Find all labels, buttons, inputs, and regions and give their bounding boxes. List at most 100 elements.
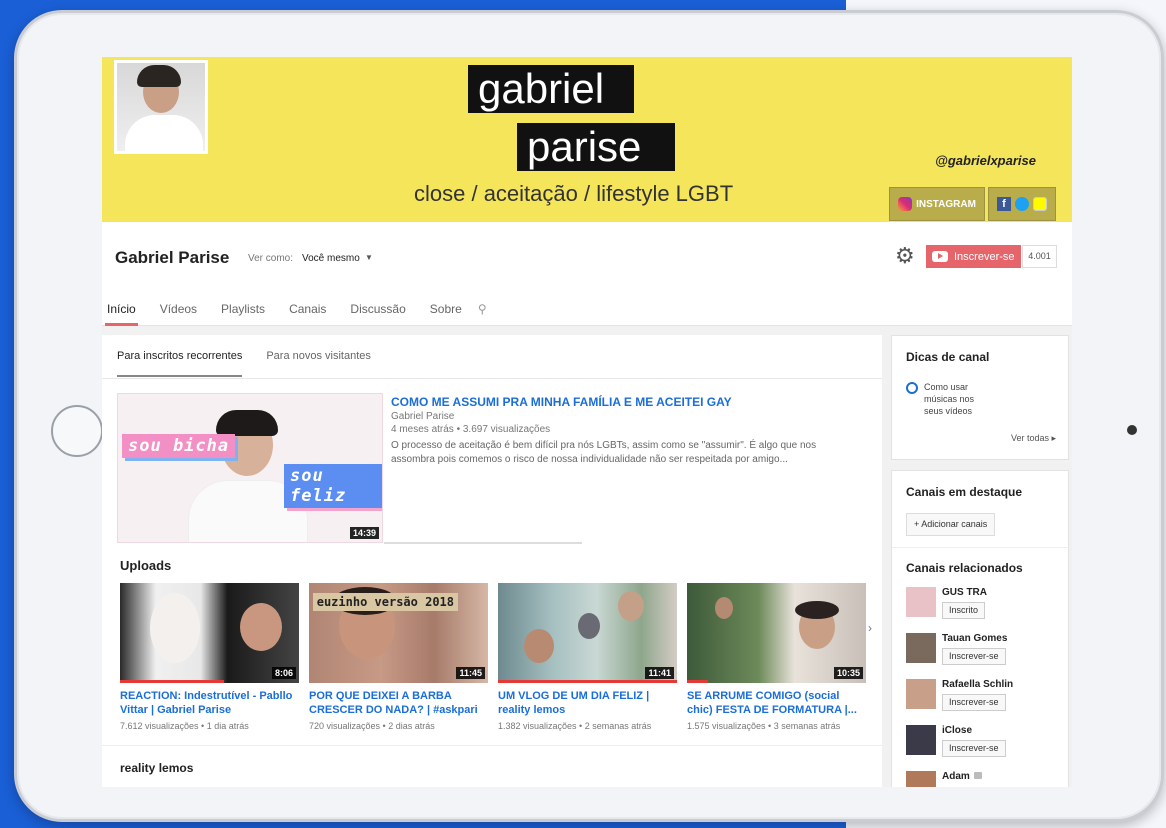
home-button[interactable] <box>51 405 103 457</box>
channel-tips-card: Dicas de canal Como usar músicas nos seu… <box>891 335 1069 460</box>
channel-tip-text[interactable]: Como usar músicas nos seus vídeos <box>924 381 994 417</box>
twitter-icon[interactable] <box>1015 197 1029 211</box>
avatar[interactable] <box>906 587 936 617</box>
tab-canais[interactable]: Canais <box>277 300 338 326</box>
subscribed-button[interactable]: Inscrito <box>942 602 986 619</box>
video-card[interactable]: euzinho versão 2018 11:45 POR QUE DEIXEI… <box>309 583 488 731</box>
facebook-icon[interactable]: f <box>997 197 1011 211</box>
related-channels-title: Canais relacionados <box>906 561 1023 575</box>
video-title[interactable]: POR QUE DEIXEI A BARBA CRESCER DO NADA? … <box>309 689 488 717</box>
video-thumbnail[interactable]: euzinho versão 2018 11:45 <box>309 583 488 683</box>
banner-handle: @gabrielxparise <box>935 153 1036 168</box>
avatar[interactable] <box>906 725 936 755</box>
see-all-link[interactable]: Ver todas ▸ <box>1011 433 1056 444</box>
subscribe-button[interactable]: Inscrever-se <box>942 694 1006 711</box>
related-channel-name[interactable]: Adam <box>942 771 982 782</box>
divider <box>384 542 582 544</box>
youtube-icon <box>932 251 948 262</box>
channel-header: Gabriel Parise Ver como: Você mesmo ▼ ⚙ … <box>102 222 1072 326</box>
banner-title-line1: gabriel <box>468 65 634 113</box>
channel-banner: gabriel parise close / aceitação / lifes… <box>102 57 1072 222</box>
related-channel[interactable]: Adam <box>906 771 1066 787</box>
featured-video-thumbnail[interactable]: sou bicha sou feliz 14:39 <box>117 393 383 543</box>
related-channel[interactable]: Rafaella Schlin Inscrever-se <box>906 679 1066 719</box>
related-channel-name[interactable]: iClose <box>942 725 972 736</box>
related-channel-name[interactable]: Rafaella Schlin <box>942 679 1013 690</box>
subscribe-label: Inscrever-se <box>954 250 1015 263</box>
video-thumbnail[interactable]: 8:06 <box>120 583 299 683</box>
uploads-list: 8:06 REACTION: Indestrutível - Pabllo Vi… <box>120 583 866 731</box>
featured-video-meta: 4 meses atrás • 3.697 visualizações <box>391 424 551 435</box>
subscriber-count: 4.001 <box>1022 245 1057 268</box>
video-meta: 7.612 visualizações • 1 dia atrás <box>120 721 249 731</box>
circle-icon <box>906 382 918 394</box>
uploads-section-title[interactable]: Uploads <box>120 558 171 573</box>
divider <box>892 547 1070 548</box>
related-channel-name[interactable]: GUS TRA <box>942 587 987 598</box>
featured-channels-title: Canais em destaque <box>906 485 1023 499</box>
video-title[interactable]: REACTION: Indestrutível - Pabllo Vittar … <box>120 689 299 717</box>
gear-icon[interactable]: ⚙ <box>895 245 917 267</box>
video-meta: 720 visualizações • 2 dias atrás <box>309 721 435 731</box>
chevron-down-icon[interactable]: ▼ <box>365 253 373 262</box>
instagram-label: INSTAGRAM <box>916 198 976 210</box>
avatar[interactable] <box>906 633 936 663</box>
avatar[interactable] <box>906 679 936 709</box>
subscribe-button[interactable]: Inscrever-se <box>926 245 1021 268</box>
video-overlay-text: euzinho versão 2018 <box>312 593 458 611</box>
tab-inicio[interactable]: Início <box>105 300 138 326</box>
watch-progress <box>498 680 677 683</box>
channel-tip[interactable]: Como usar músicas nos seus vídeos <box>906 381 994 417</box>
tab-playlists[interactable]: Playlists <box>209 300 277 326</box>
video-title[interactable]: SE ARRUME COMIGO (social chic) FESTA DE … <box>687 689 866 717</box>
watch-progress <box>687 680 709 683</box>
view-as-dropdown[interactable]: Você mesmo <box>302 253 360 264</box>
avatar[interactable] <box>906 771 936 787</box>
video-thumbnail[interactable]: 11:41 <box>498 583 677 683</box>
video-duration: 8:06 <box>271 667 296 679</box>
banner-tagline: close / aceitação / lifestyle LGBT <box>414 181 734 206</box>
tab-discussao[interactable]: Discussão <box>338 300 417 326</box>
video-card[interactable]: 8:06 REACTION: Indestrutível - Pabllo Vi… <box>120 583 299 731</box>
video-thumbnail[interactable]: 10:35 <box>687 583 866 683</box>
subscribe-button[interactable]: Inscrever-se <box>942 740 1006 757</box>
related-channel-name[interactable]: Tauan Gomes <box>942 633 1007 644</box>
channels-card: Canais em destaque + Adicionar canais Ca… <box>891 470 1070 787</box>
featured-sticker-1: sou bicha <box>122 434 236 458</box>
social-links[interactable]: f <box>988 187 1056 221</box>
tab-sobre[interactable]: Sobre <box>418 300 474 326</box>
related-channel[interactable]: Tauan Gomes Inscrever-se <box>906 633 1066 673</box>
featured-video-title[interactable]: COMO ME ASSUMI PRA MINHA FAMÍLIA E ME AC… <box>391 395 732 409</box>
divider <box>102 745 882 746</box>
video-card[interactable]: 11:41 UM VLOG DE UM DIA FELIZ | reality … <box>498 583 677 731</box>
section-title-reality-lemos[interactable]: reality lemos <box>120 761 193 775</box>
video-duration: 10:35 <box>833 667 863 679</box>
chevron-right-icon[interactable]: › <box>868 621 872 635</box>
banner-title-line2: parise <box>517 123 675 171</box>
view-as-label: Ver como: <box>248 253 294 264</box>
related-channel[interactable]: GUS TRA Inscrito <box>906 587 1066 627</box>
verified-icon <box>973 772 982 779</box>
video-title[interactable]: UM VLOG DE UM DIA FELIZ | reality lemos <box>498 689 677 717</box>
divider <box>102 378 882 379</box>
search-icon[interactable]: ⚲ <box>474 300 487 326</box>
featured-video-description: O processo de aceitação é bem difícil pr… <box>391 440 817 465</box>
tab-new-visitors[interactable]: Para novos visitantes <box>266 349 371 377</box>
snapchat-icon[interactable] <box>1033 197 1047 211</box>
subscribe-button[interactable]: Inscrever-se <box>942 648 1006 665</box>
youtube-channel-page: gabriel parise close / aceitação / lifes… <box>102 57 1072 787</box>
main-content: Para inscritos recorrentes Para novos vi… <box>102 335 882 787</box>
featured-video-author[interactable]: Gabriel Parise <box>391 411 454 422</box>
video-meta: 1.575 visualizações • 3 semanas atrás <box>687 721 841 731</box>
channel-avatar[interactable] <box>114 60 208 154</box>
tab-videos[interactable]: Vídeos <box>148 300 209 326</box>
channel-name: Gabriel Parise <box>115 248 230 267</box>
featured-sticker-2: sou feliz <box>284 464 382 508</box>
tab-returning-subscribers[interactable]: Para inscritos recorrentes <box>117 349 243 377</box>
add-channels-button[interactable]: + Adicionar canais <box>906 513 996 536</box>
instagram-link[interactable]: INSTAGRAM <box>889 187 985 221</box>
video-card[interactable]: 10:35 SE ARRUME COMIGO (social chic) FES… <box>687 583 866 731</box>
video-duration: 11:41 <box>645 667 674 679</box>
related-channel[interactable]: iClose Inscrever-se <box>906 725 1066 765</box>
featured-duration: 14:39 <box>349 527 379 539</box>
